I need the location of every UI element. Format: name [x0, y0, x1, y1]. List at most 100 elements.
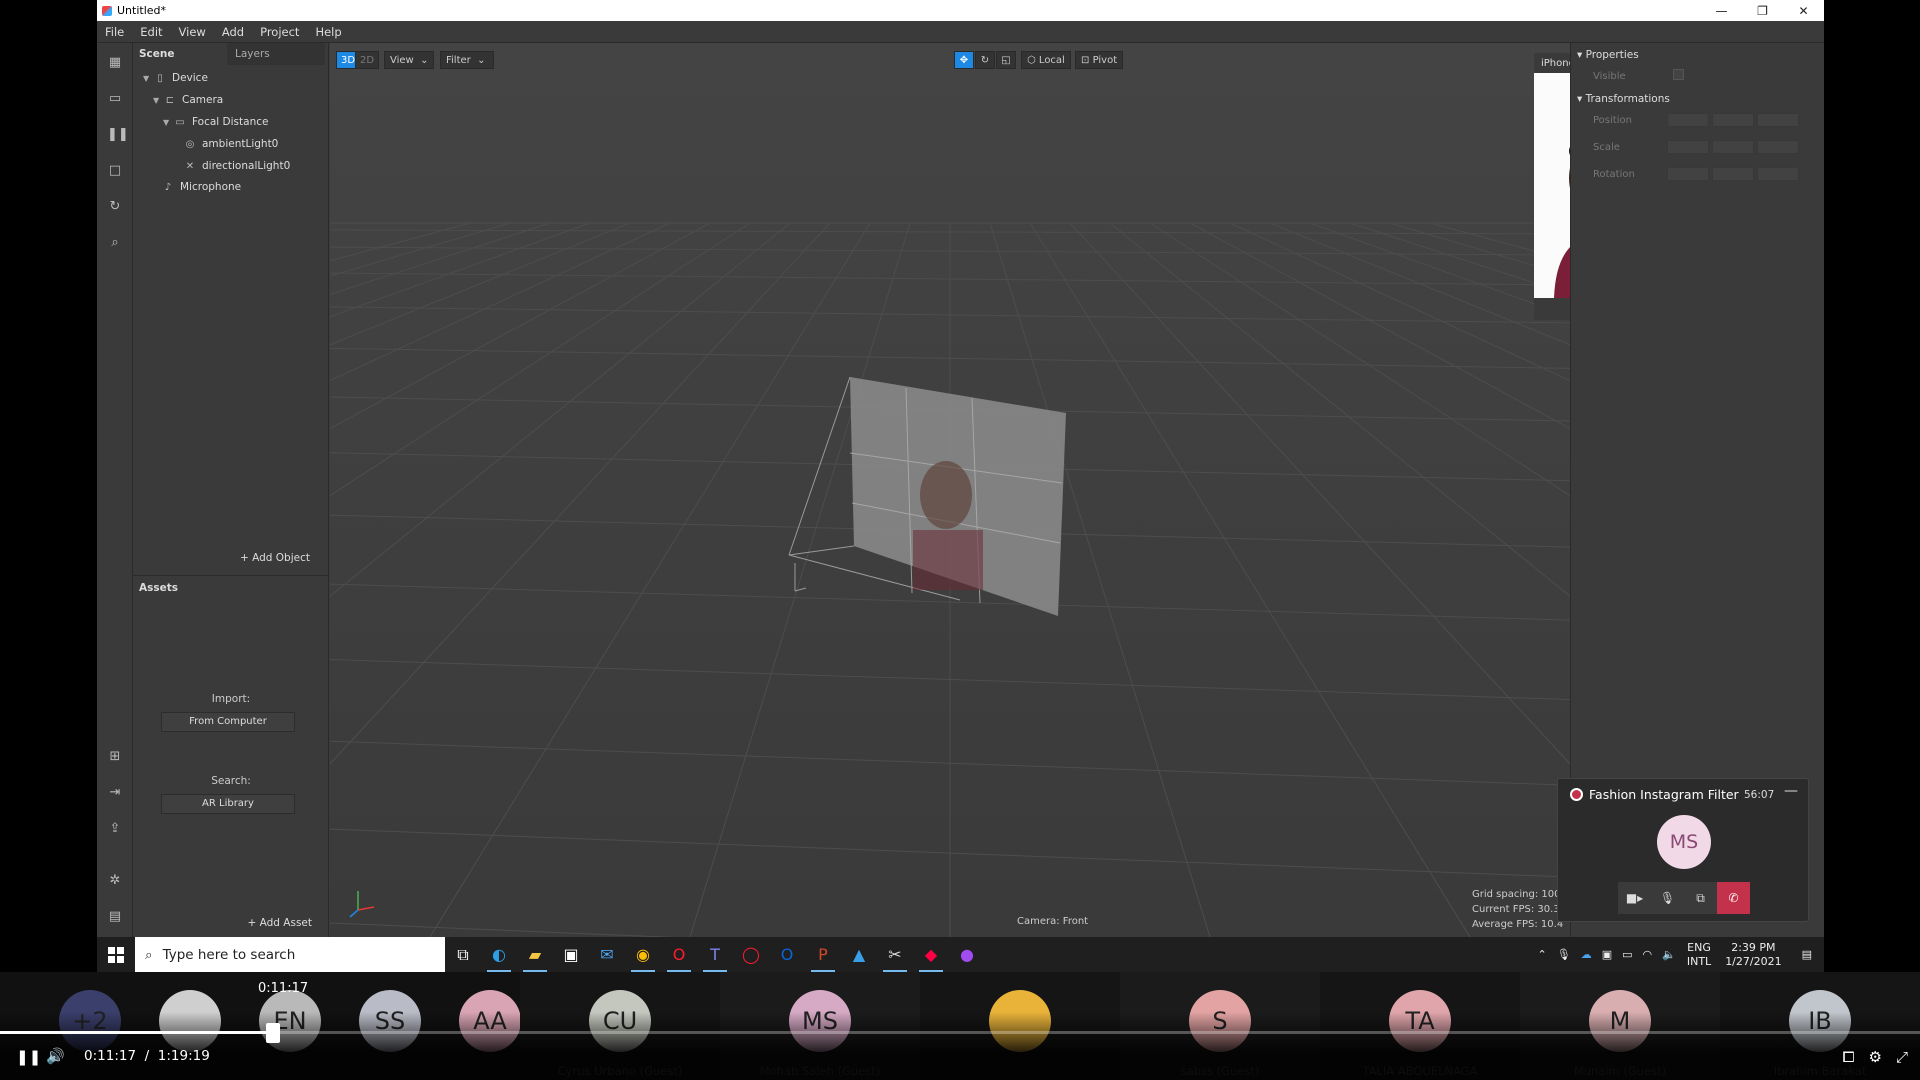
microphone-icon: ♪	[164, 181, 172, 193]
paint-drop-icon[interactable]: ●	[949, 937, 985, 972]
pause-icon[interactable]: ❚❚	[107, 127, 129, 143]
rotate-tool-icon[interactable]: ↻	[975, 51, 995, 69]
local-toggle[interactable]: ⬡ Local	[1021, 51, 1071, 69]
chevron-down-icon: ⌄	[420, 54, 429, 66]
snipping-icon[interactable]: ✂	[877, 937, 913, 972]
call-minimize-button[interactable]: —	[1784, 783, 1798, 799]
import-label: Import:	[211, 693, 251, 705]
add-asset-button[interactable]: + Add Asset	[247, 917, 312, 929]
close-button[interactable]: ✕	[1783, 0, 1824, 21]
console-icon[interactable]: ▤	[107, 909, 123, 925]
app-logo-icon	[102, 5, 112, 16]
taskbar-search-box[interactable]: ⌕ Type here to search	[135, 937, 445, 972]
progress-bar[interactable]	[0, 1031, 1920, 1034]
store-icon[interactable]: ▣	[553, 937, 589, 972]
captions-icon[interactable]: ⧠	[1843, 1048, 1855, 1066]
menu-project[interactable]: Project	[252, 25, 307, 39]
mic-toggle-icon[interactable]: 🎙	[1651, 882, 1684, 914]
notifications-icon[interactable]: ▤	[1790, 948, 1824, 961]
chevron-down-icon: ⌄	[477, 54, 486, 66]
language-indicator[interactable]: ENG INTL	[1681, 941, 1717, 969]
volume-icon[interactable]: 🔈	[1657, 948, 1681, 961]
outlook-icon[interactable]: O	[769, 937, 805, 972]
chevron-up-icon[interactable]: ⌃	[1533, 948, 1552, 961]
move-tool-icon[interactable]: ✥	[954, 51, 974, 69]
menu-file[interactable]: File	[97, 25, 132, 39]
photos-icon[interactable]: ▲	[841, 937, 877, 972]
opera-icon[interactable]: O	[661, 937, 697, 972]
mail-icon[interactable]: ✉	[589, 937, 625, 972]
scale-tool-icon[interactable]: ◱	[996, 51, 1016, 69]
powerpoint-icon[interactable]: P	[805, 937, 841, 972]
restore-button[interactable]: ❐	[1742, 0, 1783, 21]
assets-panel: Assets Import: From Computer Search: AR …	[133, 575, 329, 937]
battery-icon[interactable]: ▭	[1617, 948, 1637, 961]
scale-label: Scale	[1593, 142, 1620, 153]
settings-icon[interactable]: ⚙	[1869, 1048, 1882, 1066]
file-explorer-icon[interactable]: ▰	[517, 937, 553, 972]
menu-help[interactable]: Help	[307, 25, 349, 39]
layout-icon[interactable]: ▦	[107, 55, 123, 71]
refresh-icon[interactable]: ↻	[107, 199, 123, 215]
mode-2d-button[interactable]: 2D	[355, 51, 380, 69]
chrome-icon[interactable]: ◉	[625, 937, 661, 972]
cube-icon: ⬡	[1027, 54, 1036, 66]
clock[interactable]: 2:39 PM 1/27/2021	[1717, 941, 1789, 969]
progress-thumb[interactable]	[265, 1023, 280, 1043]
device-tray-icon[interactable]: ▣	[1597, 948, 1617, 961]
tree-item-microphone[interactable]: ♪ Microphone	[161, 177, 241, 197]
camera-icon: ⊏	[165, 94, 175, 106]
search-label: Search:	[211, 775, 251, 787]
start-button[interactable]	[97, 937, 135, 972]
spark-ar-icon[interactable]: ◆	[913, 937, 949, 972]
rotation-label: Rotation	[1593, 169, 1635, 180]
edge-icon[interactable]: ◐	[481, 937, 517, 972]
teams-icon[interactable]: T	[697, 937, 733, 972]
visible-checkbox[interactable]	[1673, 69, 1684, 80]
filter-dropdown[interactable]: Filter ⌄	[440, 51, 494, 69]
fullscreen-icon[interactable]: ⤢	[1896, 1048, 1908, 1066]
volume-icon[interactable]: 🔊	[46, 1047, 65, 1065]
menu-view[interactable]: View	[171, 25, 214, 39]
view-dropdown[interactable]: View ⌄	[384, 51, 434, 69]
tree-item-focal-distance[interactable]: ▼ ▭ Focal Distance	[163, 112, 268, 132]
search-icon[interactable]: ⌕	[107, 235, 123, 251]
from-computer-button[interactable]: From Computer	[161, 712, 295, 732]
pause-icon[interactable]: ❚❚	[16, 1048, 41, 1066]
upload-icon[interactable]: ⇪	[107, 821, 123, 837]
position-fields[interactable]	[1667, 113, 1799, 127]
camera-toggle-icon[interactable]: ■▸	[1618, 882, 1651, 914]
tab-scene[interactable]: Scene	[133, 48, 227, 60]
recording-icon	[1570, 788, 1583, 801]
3d-viewport[interactable]: 3D 2D View ⌄ Filter ⌄ ✥ ↻ ◱ ⬡ Local ⊡ Pi…	[330, 43, 1570, 937]
tree-item-ambient-light[interactable]: ◎ ambientLight0	[183, 134, 279, 154]
export-icon[interactable]: ⇥	[107, 785, 123, 801]
menu-edit[interactable]: Edit	[132, 25, 170, 39]
tree-item-directional-light[interactable]: ✕ directionalLight0	[183, 156, 290, 176]
share-screen-icon[interactable]: ⧉	[1684, 882, 1717, 914]
add-object-button[interactable]: + Add Object	[240, 552, 310, 564]
tree-item-camera[interactable]: ▼ ⊏ Camera	[153, 90, 223, 110]
wifi-icon[interactable]: ◠	[1638, 948, 1658, 961]
task-view-icon[interactable]: ⧉	[445, 937, 481, 972]
tree-item-device[interactable]: ▼ ▯ Device	[143, 68, 208, 88]
ambient-light-icon: ◎	[185, 138, 195, 150]
ar-library-button[interactable]: AR Library	[161, 794, 295, 814]
menu-add[interactable]: Add	[214, 25, 252, 39]
tab-layers[interactable]: Layers	[227, 43, 325, 65]
video-icon[interactable]: ▭	[107, 91, 123, 107]
scale-fields[interactable]	[1667, 140, 1799, 154]
mic-icon[interactable]: 🎙	[1552, 948, 1576, 961]
bug-icon[interactable]: ✲	[107, 873, 123, 889]
stop-icon[interactable]: □	[107, 163, 123, 179]
new-file-icon[interactable]: ⊞	[107, 749, 123, 765]
pivot-toggle[interactable]: ⊡ Pivot	[1075, 51, 1123, 69]
rotation-fields[interactable]	[1667, 167, 1799, 181]
hang-up-icon[interactable]: ✆	[1717, 882, 1750, 914]
system-tray: ⌃ 🎙 ☁ ▣ ▭ ◠ 🔈 ENG INTL 2:39 PM 1/27/2021 ▤	[1533, 937, 1824, 972]
video-control-bar	[0, 1012, 1920, 1080]
scene-panel: Scene Layers ▼ ▯ Device ▼ ⊏ Camera ▼ ▭ Foca…	[133, 43, 329, 575]
onedrive-icon[interactable]: ☁	[1576, 948, 1597, 961]
minimize-button[interactable]: —	[1701, 0, 1742, 21]
opera-gx-icon[interactable]: ◯	[733, 937, 769, 972]
